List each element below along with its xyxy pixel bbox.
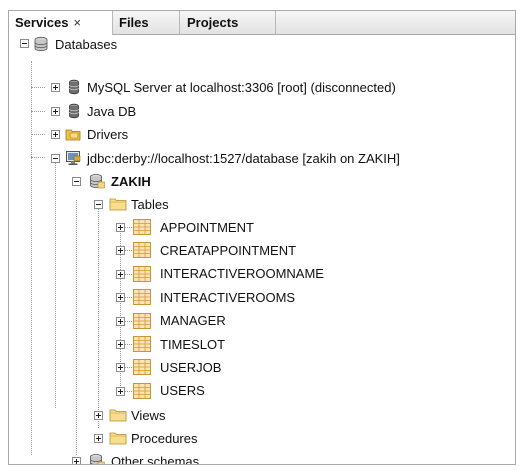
folder-icon [109,196,127,212]
tree-line [55,154,56,408]
node-databases-label: Databases [55,36,118,52]
expand-toggle[interactable] [72,457,81,464]
services-tree: Databases MySQL Server at localhost:3306… [9,35,515,464]
tab-bar: Services × Files Projects [9,11,515,35]
tab-files-label: Files [119,15,149,30]
node-connection[interactable]: jdbc:derby://localhost:1527/database [za… [65,147,400,169]
node-table[interactable]: INTERACTIVEROOMNAME [133,263,324,285]
expand-toggle[interactable] [116,316,125,326]
node-procedures[interactable]: Procedures [109,427,197,449]
node-table[interactable]: CREATAPPOINTMENT [133,239,296,261]
tree-line [76,200,77,455]
node-table-label: TIMESLOT [160,336,226,352]
tree-line [98,203,99,428]
expand-toggle[interactable] [116,269,125,279]
node-drivers-label: Drivers [87,126,129,142]
expand-toggle[interactable] [116,293,125,303]
collapse-toggle[interactable] [72,177,81,186]
expand-toggle[interactable] [51,83,60,92]
node-table[interactable]: USERS [133,380,205,402]
node-views[interactable]: Views [109,404,165,426]
javadb-icon [65,103,81,119]
node-java-db[interactable]: Java DB [65,100,136,122]
tab-files[interactable]: Files [113,11,180,34]
tree-line [31,157,45,158]
table-icon [133,359,151,376]
table-icon [133,382,151,399]
node-java-db-label: Java DB [87,103,137,119]
database-icon [33,36,49,52]
node-connection-label: jdbc:derby://localhost:1527/database [za… [87,150,400,166]
collapse-toggle[interactable] [20,39,29,48]
collapse-toggle[interactable] [51,154,60,163]
node-other-schemas[interactable]: Other schemas [89,450,200,465]
expand-toggle[interactable] [116,223,125,232]
expand-toggle[interactable] [94,411,103,420]
close-icon[interactable]: × [74,15,82,30]
node-schema-zakih[interactable]: ZAKIH [89,170,151,192]
tab-projects-label: Projects [187,15,239,30]
tab-services-label: Services [15,15,69,30]
node-mysql-server-label: MySQL Server at localhost:3306 [root] (d… [87,79,396,95]
expand-toggle[interactable] [51,130,60,139]
folder-icon [109,407,127,423]
node-table[interactable]: APPOINTMENT [133,216,254,238]
node-table[interactable]: USERJOB [133,356,221,378]
tree-line [31,134,45,135]
expand-toggle[interactable] [51,107,60,116]
table-icon [133,312,151,329]
tab-services[interactable]: Services × [9,11,113,35]
tab-projects[interactable]: Projects [180,11,276,34]
expand-toggle[interactable] [116,386,125,396]
node-procedures-label: Procedures [131,430,198,446]
node-views-label: Views [131,407,166,423]
table-icon [133,289,151,306]
expand-toggle[interactable] [94,434,103,443]
services-panel: Services × Files Projects Databases MySQ… [8,10,516,465]
tree-line [31,61,32,455]
node-table[interactable]: TIMESLOT [133,333,225,355]
node-other-schemas-label: Other schemas [111,453,200,465]
tree-line [31,87,45,88]
table-icon [133,242,151,259]
node-table-label: APPOINTMENT [160,219,254,235]
node-tables-label: Tables [131,196,169,212]
node-table[interactable]: INTERACTIVEROOMS [133,286,295,308]
table-icon [133,265,151,282]
node-table-label: CREATAPPOINTMENT [160,242,297,258]
table-icon [133,219,151,235]
node-table[interactable]: MANAGER [133,310,226,332]
node-tables[interactable]: Tables [109,193,169,215]
drivers-icon [65,126,81,142]
node-table-label: MANAGER [160,313,226,329]
node-table-label: INTERACTIVEROOMNAME [160,266,324,282]
connection-icon [65,150,81,166]
table-icon [133,336,151,352]
expand-toggle[interactable] [116,246,125,256]
expand-toggle[interactable] [116,340,125,349]
folder-icon [109,430,127,446]
expand-toggle[interactable] [116,363,125,373]
node-table-label: INTERACTIVEROOMS [160,289,296,305]
schema-icon [89,453,105,464]
node-mysql-server[interactable]: MySQL Server at localhost:3306 [root] (d… [65,76,396,98]
collapse-toggle[interactable] [94,200,103,209]
node-schema-zakih-label: ZAKIH [111,173,151,189]
node-table-label: USERJOB [160,359,222,375]
node-databases[interactable]: Databases [33,33,117,55]
node-drivers[interactable]: Drivers [65,123,128,145]
tree-line [31,111,45,112]
mysql-server-icon [65,79,81,95]
schema-icon [89,173,105,189]
node-table-label: USERS [160,383,205,399]
